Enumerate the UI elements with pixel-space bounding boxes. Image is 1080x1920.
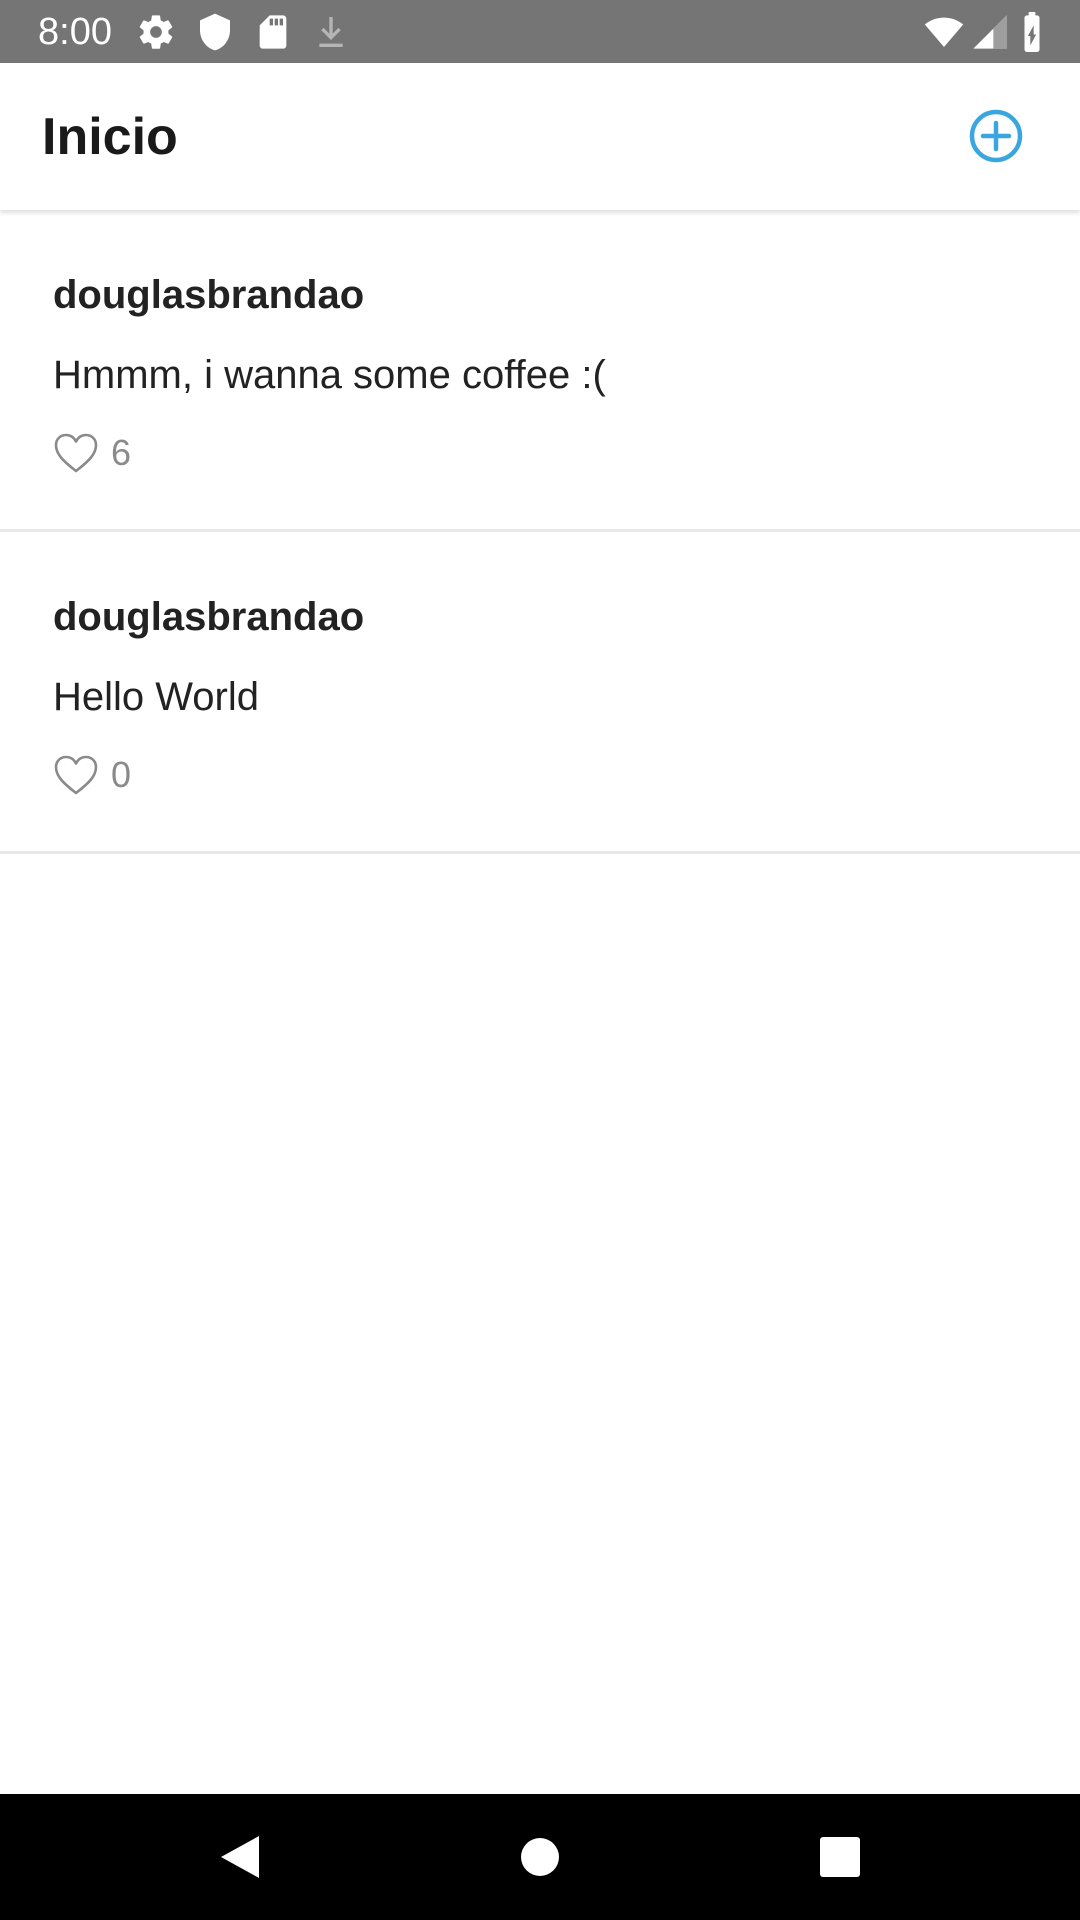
page-title: Inicio — [42, 108, 178, 166]
like-button[interactable]: 6 — [53, 430, 131, 476]
heart-icon — [54, 755, 98, 795]
like-count: 0 — [111, 754, 132, 795]
signal-icon — [973, 15, 1007, 49]
navigation-bar — [0, 1794, 1080, 1920]
back-icon[interactable] — [215, 1832, 265, 1882]
post-author: douglasbrandao — [53, 595, 365, 639]
status-time: 8:00 — [38, 11, 112, 53]
post-text: Hello World — [53, 675, 259, 719]
post-item[interactable]: douglasbrandao Hello World 0 — [0, 532, 1080, 854]
screen: 8:00 Inicio douglasbrandao Hmmm, i wanna… — [0, 0, 1080, 1920]
add-post-button[interactable] — [966, 106, 1026, 166]
post-text: Hmmm, i wanna some coffee :( — [53, 353, 606, 397]
app-bar: Inicio — [0, 63, 1080, 210]
shield-icon — [200, 13, 230, 51]
post-feed: douglasbrandao Hmmm, i wanna some coffee… — [0, 210, 1080, 854]
recents-icon[interactable] — [815, 1832, 865, 1882]
post-item[interactable]: douglasbrandao Hmmm, i wanna some coffee… — [0, 210, 1080, 532]
battery-charging-icon — [1024, 12, 1040, 52]
status-bar: 8:00 — [0, 0, 1080, 63]
post-author: douglasbrandao — [53, 273, 365, 317]
gear-icon — [139, 15, 173, 49]
plus-circle-icon — [969, 109, 1023, 163]
wifi-icon — [924, 17, 964, 47]
like-count: 6 — [111, 432, 132, 473]
download-icon — [319, 17, 343, 47]
home-icon[interactable] — [515, 1832, 565, 1882]
like-button[interactable]: 0 — [53, 752, 131, 798]
heart-icon — [54, 433, 98, 473]
sd-card-icon — [259, 15, 287, 49]
